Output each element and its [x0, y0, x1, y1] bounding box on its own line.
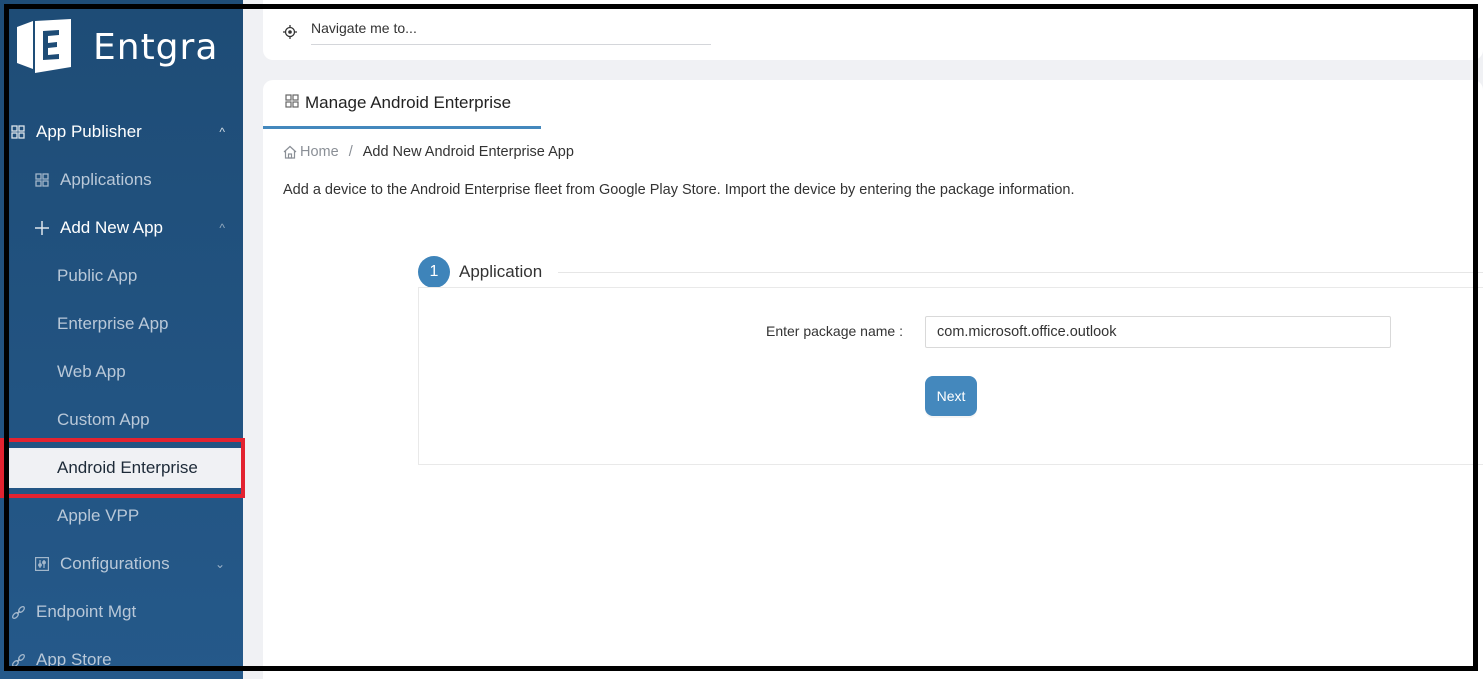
- chevron-up-icon: ^: [219, 221, 225, 235]
- chevron-up-icon: ^: [219, 125, 225, 139]
- main-card: Manage Android Enterprise Home / Add New…: [263, 80, 1483, 679]
- package-name-label: Enter package name :: [766, 323, 903, 339]
- step-title: Application: [459, 262, 543, 281]
- grid-icon: [10, 124, 26, 140]
- breadcrumb-current: Add New Android Enterprise App: [362, 144, 574, 160]
- link-icon: [10, 604, 26, 620]
- grid-icon: [285, 93, 299, 113]
- sidebar-item-label: App Store: [36, 650, 112, 669]
- top-bar: [263, 0, 1483, 60]
- entgra-logo-icon: [17, 19, 71, 73]
- sidebar-item-label: Applications: [60, 170, 152, 189]
- sidebar-item-configurations[interactable]: Configurations ⌄: [0, 544, 243, 584]
- sidebar-item-app-store[interactable]: App Store: [0, 640, 243, 679]
- sidebar-item-label: Add New App: [60, 218, 164, 237]
- sidebar-item-public-app[interactable]: Public App: [0, 256, 243, 296]
- sidebar-item-app-publisher[interactable]: App Publisher ^: [0, 112, 243, 152]
- sidebar-item-label: Custom App: [57, 410, 150, 429]
- brand-name: Entgra: [93, 26, 219, 68]
- sidebar-item-custom-app[interactable]: Custom App: [0, 400, 243, 440]
- tab-label: Manage Android Enterprise: [305, 93, 512, 112]
- sidebar-item-label: Android Enterprise: [57, 458, 198, 477]
- navigate-search: [283, 18, 711, 45]
- sidebar-item-add-new-app[interactable]: Add New App ^: [0, 208, 243, 248]
- next-button[interactable]: Next: [925, 376, 977, 416]
- chevron-down-icon: ⌄: [214, 557, 225, 571]
- sidebar-item-enterprise-app[interactable]: Enterprise App: [0, 304, 243, 344]
- breadcrumb-home-label: Home: [300, 144, 339, 160]
- breadcrumb-home[interactable]: Home: [283, 144, 339, 160]
- step-divider: [558, 271, 1483, 273]
- sidebar-item-label: Endpoint Mgt: [36, 602, 137, 621]
- package-name-input[interactable]: [925, 316, 1391, 348]
- grid-icon: [34, 172, 50, 188]
- tab-manage-android-enterprise[interactable]: Manage Android Enterprise: [263, 80, 541, 129]
- sidebar-item-android-enterprise[interactable]: Android Enterprise: [0, 448, 243, 488]
- home-icon: [283, 145, 297, 159]
- plus-icon: [34, 220, 50, 236]
- sidebar-item-label: Enterprise App: [57, 314, 169, 333]
- link-icon: [10, 652, 26, 668]
- sidebar-item-label: Public App: [57, 266, 138, 285]
- sidebar-item-label: Configurations: [60, 554, 170, 573]
- locate-icon: [283, 24, 297, 39]
- breadcrumb-separator: /: [348, 144, 353, 160]
- sidebar-item-applications[interactable]: Applications: [0, 160, 243, 200]
- sidebar-item-label: App Publisher: [36, 122, 142, 141]
- step-header: 1 Application: [418, 256, 1483, 288]
- step-content: Enter package name : Next: [418, 287, 1483, 465]
- page-description: Add a device to the Android Enterprise f…: [283, 182, 1075, 198]
- sidebar-item-apple-vpp[interactable]: Apple VPP: [0, 496, 243, 536]
- logo[interactable]: Entgra: [13, 17, 218, 77]
- navigate-input[interactable]: [311, 18, 711, 45]
- sidebar-item-web-app[interactable]: Web App: [0, 352, 243, 392]
- sidebar-item-label: Apple VPP: [57, 506, 140, 525]
- sidebar-item-endpoint-mgt[interactable]: Endpoint Mgt: [0, 592, 243, 632]
- sidebar-item-label: Web App: [57, 362, 126, 381]
- breadcrumb: Home / Add New Android Enterprise App: [283, 144, 574, 160]
- sliders-icon: [34, 556, 50, 572]
- step-number: 1: [418, 256, 450, 288]
- sidebar: Entgra App Publisher ^ Applications Add …: [0, 0, 243, 679]
